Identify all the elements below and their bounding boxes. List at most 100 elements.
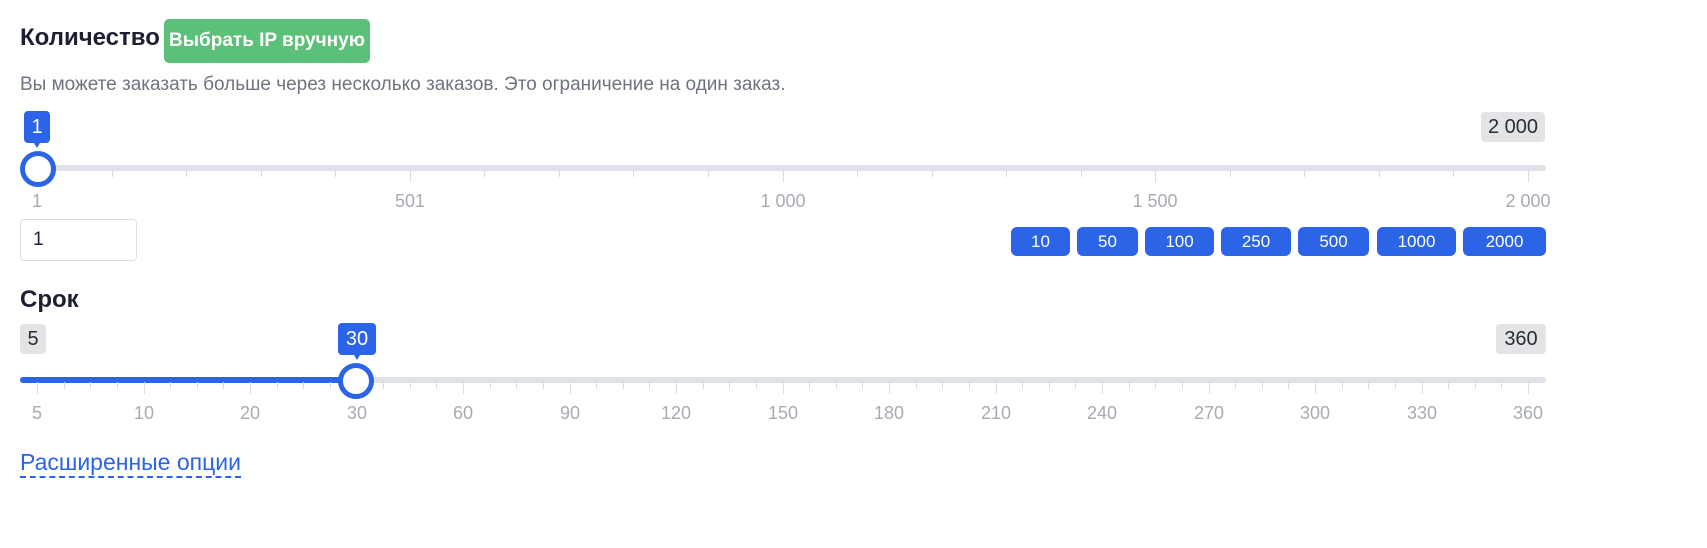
quantity-scale-tick xyxy=(708,170,709,177)
term-scale-tick xyxy=(676,382,677,394)
term-scale-tick xyxy=(623,382,624,389)
term-scale-tick xyxy=(1182,382,1183,389)
term-scale-tick xyxy=(436,382,437,389)
term-scale-tick xyxy=(703,382,704,389)
term-scale-tick xyxy=(64,382,65,389)
term-scale-tick xyxy=(1155,382,1156,389)
advanced-options-link[interactable]: Расширенные опции xyxy=(20,448,241,478)
term-scale-tick xyxy=(1422,382,1423,394)
term-scale-tick xyxy=(916,382,917,389)
term-scale-label: 90 xyxy=(559,403,581,423)
quantity-scale-tick xyxy=(559,170,560,177)
quantity-scale-tick xyxy=(112,170,113,177)
quantity-preset-button[interactable]: 1000 xyxy=(1377,227,1456,256)
term-scale-tick xyxy=(756,382,757,389)
term-scale-tick xyxy=(330,382,331,389)
term-scale-label: 120 xyxy=(660,403,692,423)
term-scale-tick xyxy=(543,382,544,389)
term-scale-tick xyxy=(303,382,304,389)
quantity-scale-tick xyxy=(1006,170,1007,177)
quantity-scale-tick xyxy=(1230,170,1231,177)
term-scale-tick xyxy=(969,382,970,389)
term-scale-tick xyxy=(463,382,464,394)
term-scale-label: 210 xyxy=(980,403,1012,423)
term-scale-tick xyxy=(383,382,384,389)
term-scale-tick xyxy=(1501,382,1502,389)
term-value-tooltip: 30 xyxy=(338,323,376,360)
quantity-preset-button[interactable]: 2000 xyxy=(1463,227,1546,256)
term-scale-tick xyxy=(862,382,863,389)
quantity-scale-label: 1 500 xyxy=(1132,191,1178,211)
term-scale-tick xyxy=(223,382,224,389)
term-scale-tick xyxy=(809,382,810,389)
quantity-scale-tick xyxy=(1453,170,1454,177)
term-scale-label: 360 xyxy=(1512,403,1544,423)
term-scale-tick xyxy=(170,382,171,389)
quantity-hint: Вы можете заказать больше через нескольк… xyxy=(20,74,786,95)
term-max-badge: 360 xyxy=(1496,324,1546,354)
term-scale-label: 330 xyxy=(1406,403,1438,423)
term-scale-tick xyxy=(1049,382,1050,389)
term-scale-tick xyxy=(1315,382,1316,394)
manual-ip-button[interactable]: Выбрать IP вручную xyxy=(164,19,370,63)
quantity-slider-track[interactable] xyxy=(37,165,1546,171)
quantity-preset-button[interactable]: 250 xyxy=(1221,227,1291,256)
term-scale-label: 30 xyxy=(346,403,368,423)
term-scale-tick xyxy=(996,382,997,394)
term-scale-label: 20 xyxy=(239,403,261,423)
quantity-scale-tick xyxy=(335,170,336,177)
term-scale-label: 10 xyxy=(133,403,155,423)
term-scale-tick xyxy=(1262,382,1263,389)
quantity-scale-label: 1 000 xyxy=(760,191,806,211)
term-scale-tick xyxy=(410,382,411,389)
quantity-scale-tick xyxy=(410,170,411,182)
term-scale-label: 5 xyxy=(31,403,43,423)
quantity-scale-tick xyxy=(932,170,933,177)
term-scale-tick xyxy=(1368,382,1369,389)
quantity-preset-button[interactable]: 10 xyxy=(1011,227,1070,256)
term-scale-tick xyxy=(516,382,517,389)
term-scale-label: 300 xyxy=(1299,403,1331,423)
term-slider-handle[interactable] xyxy=(338,363,374,399)
term-scale-tick xyxy=(117,382,118,389)
term-scale-tick xyxy=(1075,382,1076,389)
quantity-scale-tick xyxy=(1528,170,1529,182)
quantity-preset-button[interactable]: 100 xyxy=(1145,227,1214,256)
quantity-preset-button[interactable]: 50 xyxy=(1077,227,1138,256)
quantity-scale-tick xyxy=(186,170,187,177)
term-scale-tick xyxy=(1288,382,1289,389)
quantity-preset-button[interactable]: 500 xyxy=(1298,227,1369,256)
term-scale-tick xyxy=(1342,382,1343,389)
term-scale-tick xyxy=(942,382,943,389)
quantity-scale-tick xyxy=(1304,170,1305,177)
quantity-scale-tick xyxy=(783,170,784,182)
quantity-input[interactable] xyxy=(20,219,137,261)
quantity-scale-tick xyxy=(1155,170,1156,182)
term-scale-tick xyxy=(783,382,784,394)
term-scale-label: 240 xyxy=(1086,403,1118,423)
term-slider-fill xyxy=(20,377,356,383)
term-scale-label: 270 xyxy=(1193,403,1225,423)
term-scale-label: 60 xyxy=(452,403,474,423)
quantity-slider-handle[interactable] xyxy=(20,151,56,187)
term-scale-tick xyxy=(144,382,145,394)
term-scale-tick xyxy=(596,382,597,389)
term-scale-tick xyxy=(277,382,278,389)
term-scale-tick xyxy=(197,382,198,389)
term-scale-tick xyxy=(1209,382,1210,394)
quantity-scale-label: 2 000 xyxy=(1505,191,1551,211)
quantity-scale-label: 501 xyxy=(394,191,426,211)
term-scale-tick xyxy=(1395,382,1396,389)
term-scale-tick xyxy=(1475,382,1476,389)
term-scale-label: 150 xyxy=(767,403,799,423)
term-title: Срок xyxy=(20,286,79,313)
term-scale-tick xyxy=(1022,382,1023,389)
term-scale-tick xyxy=(1235,382,1236,389)
quantity-scale-tick xyxy=(1081,170,1082,177)
term-scale-tick xyxy=(90,382,91,389)
term-scale-tick xyxy=(1129,382,1130,389)
term-scale-label: 180 xyxy=(873,403,905,423)
term-scale-tick xyxy=(37,382,38,394)
term-scale-tick xyxy=(1528,382,1529,394)
quantity-scale-tick xyxy=(484,170,485,177)
